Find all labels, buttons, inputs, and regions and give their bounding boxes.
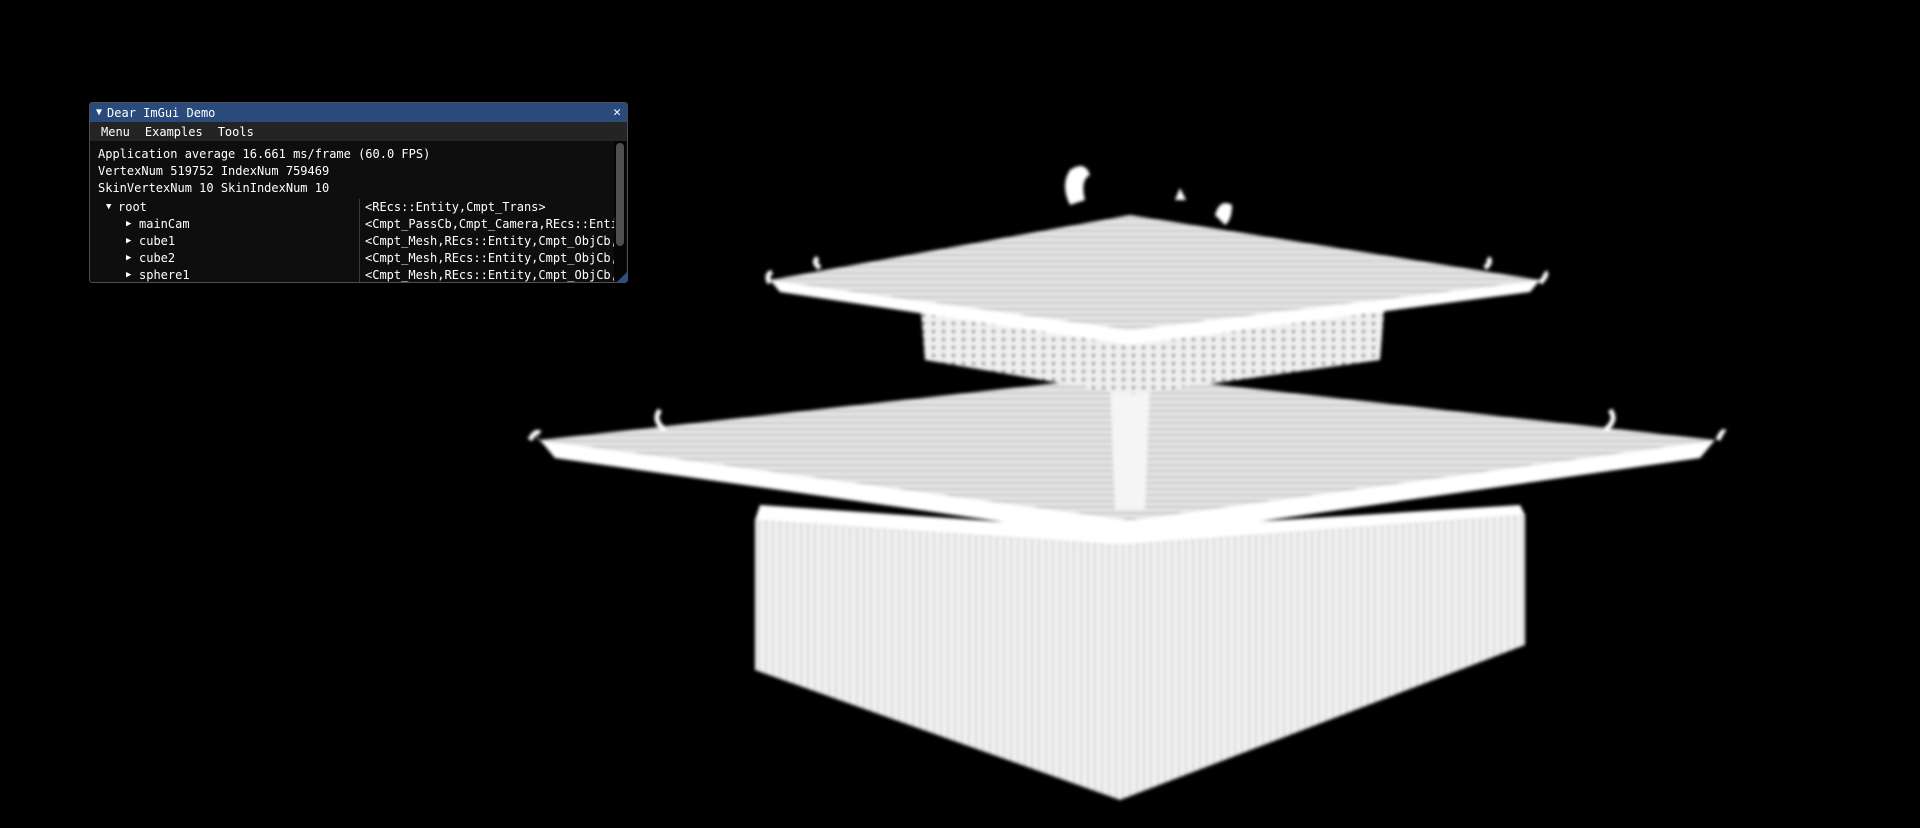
- vertex-count-text: VertexNum 519752 IndexNum 759469: [98, 164, 330, 178]
- triangle-right-icon[interactable]: ▶: [126, 233, 131, 250]
- window-title: Dear ImGui Demo: [107, 105, 216, 120]
- window-titlebar[interactable]: ▼ Dear ImGui Demo ✕: [90, 103, 627, 122]
- tree-node-root[interactable]: ▼ root <REcs::Entity,Cmpt_Trans>: [98, 199, 627, 216]
- tree-node-cube1[interactable]: ▶ cube1 <Cmpt_Mesh,REcs::Entity,Cmpt_Obj…: [98, 233, 627, 250]
- tree-node-label: cube1: [139, 234, 176, 248]
- tree-node-maincam[interactable]: ▶ mainCam <Cmpt_PassCb,Cmpt_Camera,REcs:…: [98, 216, 627, 233]
- window-content: Application average 16.661 ms/frame (60.…: [90, 141, 627, 282]
- tree-node-components: <Cmpt_Mesh,REcs::Entity,Cmpt_ObjCb,Cmpt_…: [365, 268, 616, 282]
- triangle-down-icon[interactable]: ▼: [96, 107, 102, 118]
- menu-bar: Menu Examples Tools: [90, 122, 627, 141]
- menu-item-menu[interactable]: Menu: [101, 125, 130, 139]
- tree-node-label: root: [118, 200, 147, 214]
- menu-item-examples[interactable]: Examples: [145, 125, 203, 139]
- scrollbar-thumb[interactable]: [616, 143, 624, 246]
- tree-node-components: <REcs::Entity,Cmpt_Trans>: [365, 200, 546, 214]
- triangle-right-icon[interactable]: ▶: [126, 267, 131, 282]
- tree-node-label: sphere1: [139, 268, 190, 282]
- vertical-scrollbar[interactable]: [614, 141, 626, 280]
- tree-node-sphere1[interactable]: ▶ sphere1 <Cmpt_Mesh,REcs::Entity,Cmpt_O…: [98, 267, 627, 282]
- close-icon[interactable]: ✕: [613, 106, 621, 119]
- tree-node-cube2[interactable]: ▶ cube2 <Cmpt_Mesh,REcs::Entity,Cmpt_Obj…: [98, 250, 627, 267]
- fps-text: Application average 16.661 ms/frame (60.…: [98, 147, 431, 161]
- tree-node-components: <Cmpt_Mesh,REcs::Entity,Cmpt_ObjCb,Cmpt_…: [365, 251, 616, 265]
- triangle-right-icon[interactable]: ▶: [126, 216, 131, 233]
- tree-node-components: <Cmpt_PassCb,Cmpt_Camera,REcs::Entity,Cm…: [365, 217, 616, 231]
- menu-item-tools[interactable]: Tools: [218, 125, 254, 139]
- imgui-demo-window[interactable]: ▼ Dear ImGui Demo ✕ Menu Examples Tools …: [89, 102, 628, 283]
- triangle-down-icon[interactable]: ▼: [106, 199, 111, 216]
- triangle-right-icon[interactable]: ▶: [126, 250, 131, 267]
- tree-node-label: mainCam: [139, 217, 190, 231]
- entity-tree: ▼ root <REcs::Entity,Cmpt_Trans> ▶ mainC…: [98, 199, 627, 282]
- skin-vertex-count-text: SkinVertexNum 10 SkinIndexNum 10: [98, 181, 330, 195]
- resize-grip[interactable]: [617, 272, 627, 282]
- tree-node-components: <Cmpt_Mesh,REcs::Entity,Cmpt_ObjCb,Cmpt_…: [365, 234, 616, 248]
- tree-node-label: cube2: [139, 251, 176, 265]
